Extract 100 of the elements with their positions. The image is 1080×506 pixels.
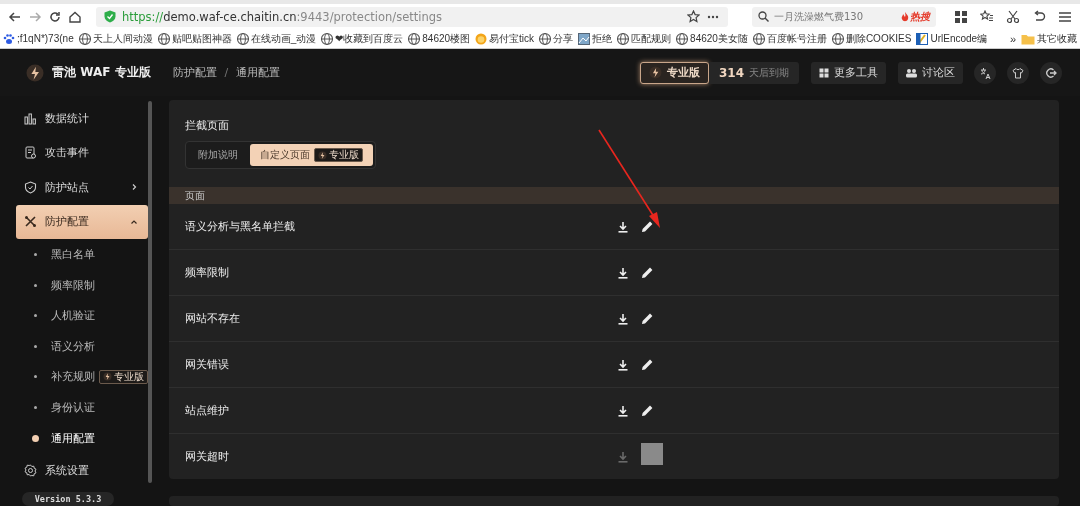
globe-icon [321, 31, 334, 46]
folder-icon [1021, 32, 1035, 45]
sidebar-subitem[interactable]: 人机验证 [16, 300, 148, 331]
edit-icon[interactable] [641, 358, 654, 371]
globe-icon [78, 31, 91, 46]
icon-button[interactable] [1007, 61, 1029, 84]
search-field[interactable]: 一月洗澡燃气费130 热搜 [752, 6, 936, 27]
edit-icon[interactable] [641, 312, 654, 325]
globe-icon [236, 31, 249, 46]
bookmark[interactable]: 分享 [539, 31, 574, 46]
bookmark[interactable]: 拒绝 [578, 31, 613, 46]
shield-icon [104, 10, 116, 23]
bookmark-folder[interactable]: 其它收藏 [1021, 31, 1077, 46]
hot-search-label: 热搜 [901, 9, 930, 24]
edit-icon[interactable] [641, 404, 654, 417]
bookmark[interactable]: 易付宝tick [475, 31, 535, 46]
home-icon[interactable] [68, 9, 82, 24]
document-icon [24, 146, 37, 160]
sidebar-item[interactable]: 防护站点 [16, 170, 148, 205]
bookmark[interactable]: 百度帐号注册 [752, 31, 827, 46]
shield-icon [24, 180, 37, 194]
flame-icon [901, 11, 909, 22]
icon-button[interactable] [1040, 61, 1062, 84]
apps-icon[interactable] [954, 9, 968, 24]
address-bar[interactable]: https://demo.waf-ce.chaitin.cn:9443/protection/settings [96, 6, 728, 27]
sidebar-item[interactable]: 攻击事件 [16, 135, 148, 171]
bar-chart-icon [24, 111, 37, 125]
sidebar-subitem[interactable]: 身份认证 [16, 392, 148, 423]
scissors-icon[interactable] [1006, 9, 1020, 24]
download-icon[interactable] [617, 312, 629, 325]
bookmark[interactable]: 84620楼图 [408, 31, 471, 46]
row-label: 语义分析与黑名单拦截 [185, 219, 296, 234]
bookmark[interactable]: UrlEncode编 [916, 31, 988, 46]
row-label: 频率限制 [185, 265, 230, 280]
download-icon[interactable] [617, 404, 629, 417]
download-icon[interactable] [617, 266, 629, 279]
image-icon [578, 32, 591, 45]
sidebar-subitem[interactable]: 语义分析 [16, 331, 148, 362]
globe-icon [617, 31, 630, 46]
toolbar-button[interactable]: 讨论区 [898, 61, 963, 84]
download-icon[interactable] [617, 220, 629, 233]
tools-icon [24, 215, 37, 229]
bookmark[interactable]: ;f1qN*)73(ne [3, 32, 74, 45]
sidebar-subitem[interactable]: 补充规则 专业版 [16, 361, 148, 393]
bookmark[interactable]: 匹配规则 [617, 31, 672, 46]
edit-icon[interactable] [641, 266, 654, 279]
globe-icon [539, 31, 552, 46]
bookmark[interactable]: 天上人间动漫 [78, 31, 153, 46]
bookmark[interactable]: 删除COOKIES [831, 31, 912, 46]
globe-icon [157, 31, 170, 46]
sidebar-item[interactable]: 系统设置 [16, 453, 148, 488]
breadcrumb-item: 通用配置 [236, 65, 281, 80]
gift-icon [819, 67, 829, 78]
pro-badge: 专业版 [99, 369, 148, 384]
bookmark[interactable]: 贴吧贴图神器 [157, 31, 232, 46]
icon-button[interactable] [974, 61, 996, 84]
favorites-icon[interactable] [980, 9, 994, 24]
shirt-icon [1012, 66, 1024, 79]
tab[interactable]: 自定义页面 专业版 [250, 144, 373, 166]
globe-icon [831, 31, 844, 46]
bookmark[interactable]: 84620美女随 [676, 31, 748, 46]
logo-icon [648, 66, 662, 79]
document-icon [916, 32, 929, 45]
menu-icon[interactable] [1058, 9, 1072, 24]
search-icon [758, 11, 769, 22]
sidebar-item[interactable]: 防护配置 [16, 204, 148, 240]
undo-icon[interactable] [1032, 9, 1046, 24]
gear-icon [24, 464, 37, 478]
app-title: 雷池 WAF 专业版 [52, 64, 151, 81]
row-label: 站点维护 [185, 403, 230, 418]
sidebar-subitem[interactable]: 频率限制 [16, 269, 148, 301]
sidebar-subitem[interactable]: 通用配置 [16, 422, 148, 454]
row-label: 网关超时 [185, 449, 230, 464]
paw-icon [3, 32, 15, 45]
translate-icon [979, 66, 991, 79]
logout-icon [1045, 66, 1057, 79]
edit-icon[interactable] [641, 220, 654, 233]
chevron-icon [130, 183, 138, 192]
version-label: Version 5.3.3 [22, 492, 114, 506]
expiry-indicator: 314 天后到期 [708, 61, 799, 84]
bookmark[interactable]: 在线动画_动漫 [236, 31, 317, 46]
bookmark[interactable]: ❤收藏到百度云 [321, 31, 404, 46]
download-icon[interactable] [617, 358, 629, 371]
pro-badge: 专业版 [314, 148, 363, 162]
sidebar-item[interactable]: 数据统计 [16, 101, 148, 136]
breadcrumb-item[interactable]: 防护配置 [172, 65, 217, 80]
pro-edition-button[interactable]: 专业版 [639, 61, 709, 84]
sidebar-subitem[interactable]: 黑白名单 [16, 239, 148, 270]
coin-icon [475, 32, 488, 45]
logo-icon [318, 150, 327, 160]
toolbar-button[interactable]: 更多工具 [811, 61, 886, 84]
reload-icon[interactable] [48, 9, 62, 24]
section-title: 拦截页面 [185, 118, 230, 133]
star-icon[interactable] [687, 10, 700, 23]
more-bookmarks-button[interactable]: » [1009, 32, 1016, 45]
globe-icon [752, 31, 765, 46]
back-icon[interactable] [8, 9, 22, 24]
search-placeholder: 一月洗澡燃气费130 [774, 9, 864, 24]
breadcrumb-separator: / [224, 66, 229, 79]
tab[interactable]: 附加说明 [188, 144, 248, 166]
